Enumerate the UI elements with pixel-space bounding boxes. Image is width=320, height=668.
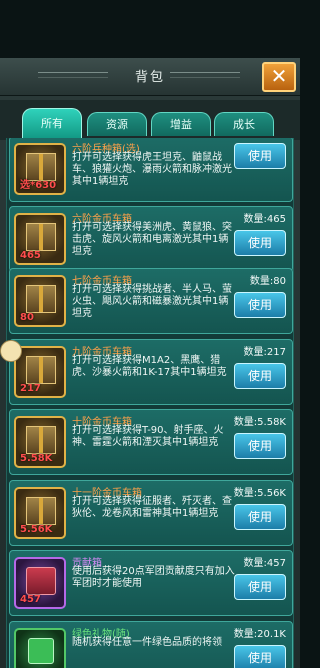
- item-description: 打开可选择获得挑战者、半人马、萤火虫、飓风火箭和磁暴激光其中1辆坦克: [72, 284, 232, 319]
- item-count: 5.56K: [20, 524, 53, 535]
- window-title: 背包: [134, 70, 165, 85]
- item-quantity: 数量:5.56K: [233, 488, 286, 499]
- close-icon[interactable]: ✕: [262, 62, 296, 92]
- item-count: 217: [20, 383, 41, 394]
- tab-all[interactable]: 所有: [22, 108, 82, 138]
- tab-resources[interactable]: 资源: [87, 112, 147, 136]
- list-item: 465 六阶金币车箱 打开可选择获得美洲虎、黄鼠狼、突击虎、旋风火箭和电离激光其…: [9, 206, 293, 272]
- item-quantity: 数量:5.58K: [233, 417, 286, 428]
- item-count: 5.58K: [20, 453, 53, 464]
- item-count: 选*630: [20, 180, 57, 191]
- item-count: 80: [20, 312, 34, 323]
- item-quantity: 数量:465: [243, 214, 286, 225]
- list-item: 5.56K 十一阶金币车箱 打开可选择获得征服者、歼灭者、查狄伦、龙卷风和雷神其…: [9, 480, 293, 546]
- item-description: 打开可选择获得虎王坦克、鼬鼠战车、狼獾火炮、瀑雨火箭和脉冲激光其中1辆坦克: [72, 152, 232, 187]
- item-quantity: 数量:20.1K: [233, 629, 286, 640]
- tab-growth[interactable]: 成长: [214, 112, 274, 136]
- chest-icon: 5.58K: [14, 416, 66, 468]
- use-button[interactable]: 使用: [234, 143, 286, 169]
- item-description: 随机获得任意一件绿色品质的将领: [72, 637, 222, 648]
- use-button[interactable]: 使用: [234, 504, 286, 530]
- list-item: 选*630 六阶兵种箱(选) 打开可选择获得虎王坦克、鼬鼠战车、狼獾火炮、瀑雨火…: [9, 138, 293, 202]
- use-button[interactable]: 使用: [234, 645, 286, 668]
- chest-icon: 465: [14, 213, 66, 265]
- tab-buffs[interactable]: 增益: [151, 112, 211, 136]
- item-quantity: 数量:80: [249, 276, 286, 287]
- item-count: 465: [20, 250, 41, 261]
- gift-icon: [14, 628, 66, 668]
- chest-icon: 217: [14, 346, 66, 398]
- item-description: 打开可选择获得M1A2、黑鹰、猎虎、沙暴火箭和1K-17其中1辆坦克: [72, 355, 227, 378]
- item-description: 打开可选择获得T-90、射手座、火神、雷霆火箭和湮灭其中1辆坦克: [72, 425, 224, 448]
- item-description: 打开可选择获得美洲虎、黄鼠狼、突击虎、旋风火箭和电离激光其中1辆坦克: [72, 222, 232, 257]
- item-quantity: 数量:457: [243, 558, 286, 569]
- list-item: 80 七阶金币车箱 打开可选择获得挑战者、半人马、萤火虫、飓风火箭和磁暴激光其中…: [9, 268, 293, 334]
- crate-icon: 457: [14, 557, 66, 609]
- list-item: 217 九阶金币车箱 打开可选择获得M1A2、黑鹰、猎虎、沙暴火箭和1K-17其…: [9, 339, 293, 405]
- chest-icon: 选*630: [14, 143, 66, 195]
- chest-icon: 80: [14, 275, 66, 327]
- list-item: 457 贡献箱 使用后获得20点军团贡献度只有加入军团时才能使用 数量:457 …: [9, 550, 293, 616]
- use-button[interactable]: 使用: [234, 574, 286, 600]
- item-description: 打开可选择获得征服者、歼灭者、查狄伦、龙卷风和雷神其中1辆坦克: [72, 496, 232, 519]
- item-list[interactable]: 选*630 六阶兵种箱(选) 打开可选择获得虎王坦克、鼬鼠战车、狼獾火炮、瀑雨火…: [6, 138, 294, 668]
- side-avatar-icon[interactable]: [0, 340, 22, 362]
- use-button[interactable]: 使用: [234, 292, 286, 318]
- item-count: 457: [20, 594, 41, 605]
- use-button[interactable]: 使用: [234, 433, 286, 459]
- item-quantity: 数量:217: [243, 347, 286, 358]
- item-description: 使用后获得20点军团贡献度只有加入军团时才能使用: [72, 566, 235, 589]
- chest-icon: 5.56K: [14, 487, 66, 539]
- use-button[interactable]: 使用: [234, 230, 286, 256]
- use-button[interactable]: 使用: [234, 363, 286, 389]
- list-item: 5.58K 十阶金币车箱 打开可选择获得T-90、射手座、火神、雷霆火箭和湮灭其…: [9, 409, 293, 475]
- list-item: 绿色礼物(随) 随机获得任意一件绿色品质的将领 数量:20.1K 使用: [9, 621, 293, 668]
